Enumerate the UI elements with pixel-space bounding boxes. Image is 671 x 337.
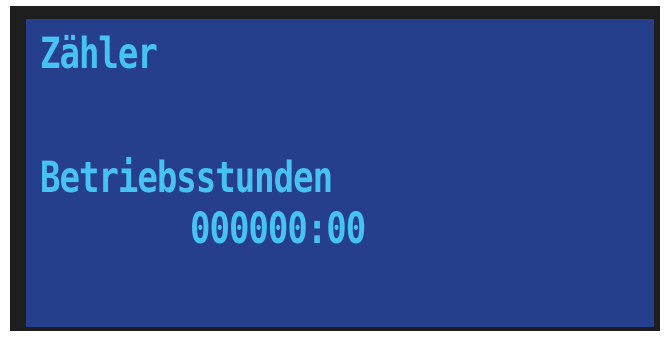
- operating-hours-value: 000000:00: [190, 204, 366, 254]
- operating-hours-label: Betriebsstunden: [40, 153, 333, 203]
- screen-title: Zähler: [40, 29, 158, 79]
- lcd-screen: Zähler Betriebsstunden 000000:00: [26, 19, 654, 327]
